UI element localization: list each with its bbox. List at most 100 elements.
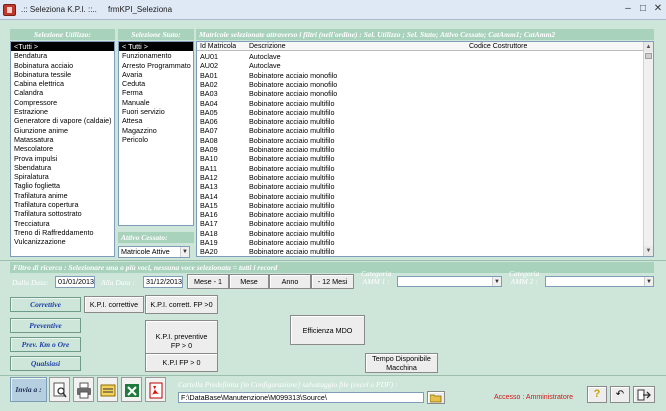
maximize-icon[interactable]: □ (636, 3, 650, 15)
stato-listbox[interactable]: < Tutti > Funzionamento Arresto Programmat… (118, 41, 194, 226)
utilizzo-item[interactable]: Treno di Raffreddamento (11, 228, 114, 237)
stato-item[interactable]: Manuale (119, 98, 193, 107)
table-row[interactable]: BA10 Bobinatore acciaio multifilo (197, 154, 643, 163)
scroll-thumb[interactable] (645, 53, 652, 59)
excel-button[interactable] (121, 377, 142, 402)
minus-12-mesi-button[interactable]: - 12 Mesi (311, 274, 354, 289)
table-cell: BA14 (200, 191, 218, 201)
utilizzo-listbox[interactable]: <Tutti > Bendatura Bobinatura acciaio Bobin… (10, 41, 115, 257)
undo-button[interactable]: ↶ (610, 386, 630, 403)
table-row[interactable]: BA12 Bobinatore acciaio multifilo (197, 173, 643, 182)
stato-item[interactable]: Ferma (119, 88, 193, 97)
preventive-button[interactable]: Preventive (10, 318, 81, 333)
scroll-down-icon[interactable]: ▼ (644, 246, 653, 256)
stato-item[interactable]: Fuori servizio (119, 107, 193, 116)
utilizzo-item[interactable]: Taglio foglietta (11, 181, 114, 190)
table-row[interactable]: BA02 Bobinatore acciaio monofilo (197, 80, 643, 89)
utilizzo-item[interactable]: Compressore (11, 98, 114, 107)
utilizzo-item[interactable]: Bendatura (11, 51, 114, 60)
scroll-up-icon[interactable]: ▲ (644, 42, 653, 52)
table-row[interactable]: BA19 Bobinatore acciaio multifilo (197, 238, 643, 247)
stato-item[interactable]: Pericolo (119, 135, 193, 144)
utilizzo-item[interactable]: Trafilatura sottostrato (11, 209, 114, 218)
alla-data-input[interactable]: 31/12/2013 (143, 276, 183, 288)
utilizzo-item[interactable]: Sbendatura (11, 163, 114, 172)
utilizzo-item[interactable]: Cabina elettrica (11, 79, 114, 88)
qualsiasi-button[interactable]: Qualsiasi (10, 356, 81, 371)
cat1-combo[interactable]: ▼ (397, 276, 502, 287)
grid-scrollbar[interactable]: ▲ ▼ (643, 42, 653, 256)
stato-item[interactable]: Avaria (119, 70, 193, 79)
stato-item[interactable]: Funzionamento (119, 51, 193, 60)
utilizzo-item[interactable]: Calandra (11, 88, 114, 97)
kpi-fp-button[interactable]: K.P.I FP > 0 (145, 353, 218, 372)
mese-button[interactable]: Mese (229, 274, 269, 289)
table-row[interactable]: BA03 Bobinatore acciaio monofilo (197, 89, 643, 98)
table-row[interactable]: BA15 Bobinatore acciaio multifilo (197, 201, 643, 210)
table-row[interactable]: BA06 Bobinatore acciaio multifilo (197, 117, 643, 126)
print-button[interactable] (73, 377, 94, 402)
window-title: .:: Seleziona K.P.I. ::.. frmKPI_Selezio… (21, 5, 173, 14)
mese-minus-1-button[interactable]: Mese - 1 (187, 274, 229, 289)
chevron-down-icon[interactable]: ▼ (180, 247, 189, 257)
table-row[interactable]: BA20 Bobinatore acciaio multifilo (197, 247, 643, 256)
utilizzo-item[interactable]: Estrazione (11, 107, 114, 116)
utilizzo-item[interactable]: Trafilatura copertura (11, 200, 114, 209)
attivo-combo[interactable]: Matricole Attive ▼ (118, 246, 190, 258)
email-button[interactable] (97, 377, 118, 402)
table-row[interactable]: AU02 Autoclave (197, 61, 643, 70)
correttive-button[interactable]: Correttive (10, 297, 81, 312)
kpi-corrett-fp-button[interactable]: K.P.I. corrett. FP >0 (145, 295, 218, 314)
table-row[interactable]: BA11 Bobinatore acciaio multifilo (197, 164, 643, 173)
help-button[interactable]: ? (587, 386, 607, 403)
exit-button[interactable] (633, 386, 655, 403)
print-preview-button[interactable] (49, 377, 70, 402)
pdf-button[interactable] (145, 377, 166, 402)
stato-item[interactable]: Magazzino (119, 126, 193, 135)
table-row[interactable]: BA17 Bobinatore acciaio multifilo (197, 219, 643, 228)
table-row[interactable]: BA13 Bobinatore acciaio multifilo (197, 182, 643, 191)
utilizzo-item[interactable]: Mescolatore (11, 144, 114, 153)
prev-km-ore-button[interactable]: Prev. Km o Ore (10, 337, 81, 352)
utilizzo-item[interactable]: Vulcanizzazione (11, 237, 114, 246)
browse-folder-button[interactable] (427, 391, 445, 404)
tempo-disponibile-button[interactable]: Tempo Disponibile Macchina (365, 353, 438, 373)
cartella-path-input[interactable]: F:\DataBase\Manutenzione\M099313\Source\ (178, 392, 424, 403)
table-row[interactable]: BA05 Bobinatore acciaio multifilo (197, 108, 643, 117)
utilizzo-item[interactable]: Prova impulsi (11, 154, 114, 163)
utilizzo-item[interactable]: Trafilatura anime (11, 191, 114, 200)
table-row[interactable]: BA16 Bobinatore acciaio multifilo (197, 210, 643, 219)
efficienza-mdo-button[interactable]: Efficienza MDO (290, 315, 365, 345)
utilizzo-item[interactable]: <Tutti > (11, 42, 114, 52)
minimize-icon[interactable]: – (621, 3, 635, 15)
utilizzo-item[interactable]: Generatore di vapore (caldaie) (11, 116, 114, 125)
cat2-combo[interactable]: ▼ (545, 276, 654, 287)
utilizzo-item[interactable]: Trecciatura (11, 219, 114, 228)
stato-item[interactable]: Arresto Programmato (119, 61, 193, 70)
stato-item[interactable]: < Tutti > (119, 42, 193, 52)
table-row[interactable]: BA09 Bobinatore acciaio multifilo (197, 145, 643, 154)
table-row[interactable]: BA01 Bobinatore acciaio monofilo (197, 71, 643, 80)
utilizzo-item[interactable]: Matassatura (11, 135, 114, 144)
chevron-down-icon[interactable]: ▼ (492, 277, 501, 286)
table-row[interactable]: BA18 Bobinatore acciaio multifilo (197, 229, 643, 238)
utilizzo-item[interactable]: Spiralatura (11, 172, 114, 181)
stato-header: Selezione Stato: (118, 29, 194, 40)
table-row[interactable]: BA08 Bobinatore acciaio multifilo (197, 136, 643, 145)
anno-button[interactable]: Anno (269, 274, 311, 289)
table-row[interactable]: AU01 Autoclave (197, 52, 643, 61)
utilizzo-item[interactable]: Giunzione anime (11, 126, 114, 135)
table-row[interactable]: BA07 Bobinatore acciaio multifilo (197, 126, 643, 135)
stato-item[interactable]: Attesa (119, 116, 193, 125)
table-row[interactable]: BA04 Bobinatore acciaio multifilo (197, 99, 643, 108)
close-icon[interactable]: ✕ (651, 3, 665, 15)
stato-item[interactable]: Ceduta (119, 79, 193, 88)
utilizzo-item[interactable]: Bobinatura tessile (11, 70, 114, 79)
matricole-grid[interactable]: Id Matricola Descrizione Codice Costrutt… (196, 41, 654, 257)
table-row[interactable]: BA14 Bobinatore acciaio multifilo (197, 192, 643, 201)
table-cell: Bobinatore acciaio multifilo (249, 191, 335, 201)
chevron-down-icon[interactable]: ▼ (644, 277, 653, 286)
kpi-correttive-button[interactable]: K.P.I. correttive (84, 296, 144, 313)
utilizzo-item[interactable]: Bobinatura acciaio (11, 61, 114, 70)
dalla-data-input[interactable]: 01/01/2013 (55, 276, 95, 288)
